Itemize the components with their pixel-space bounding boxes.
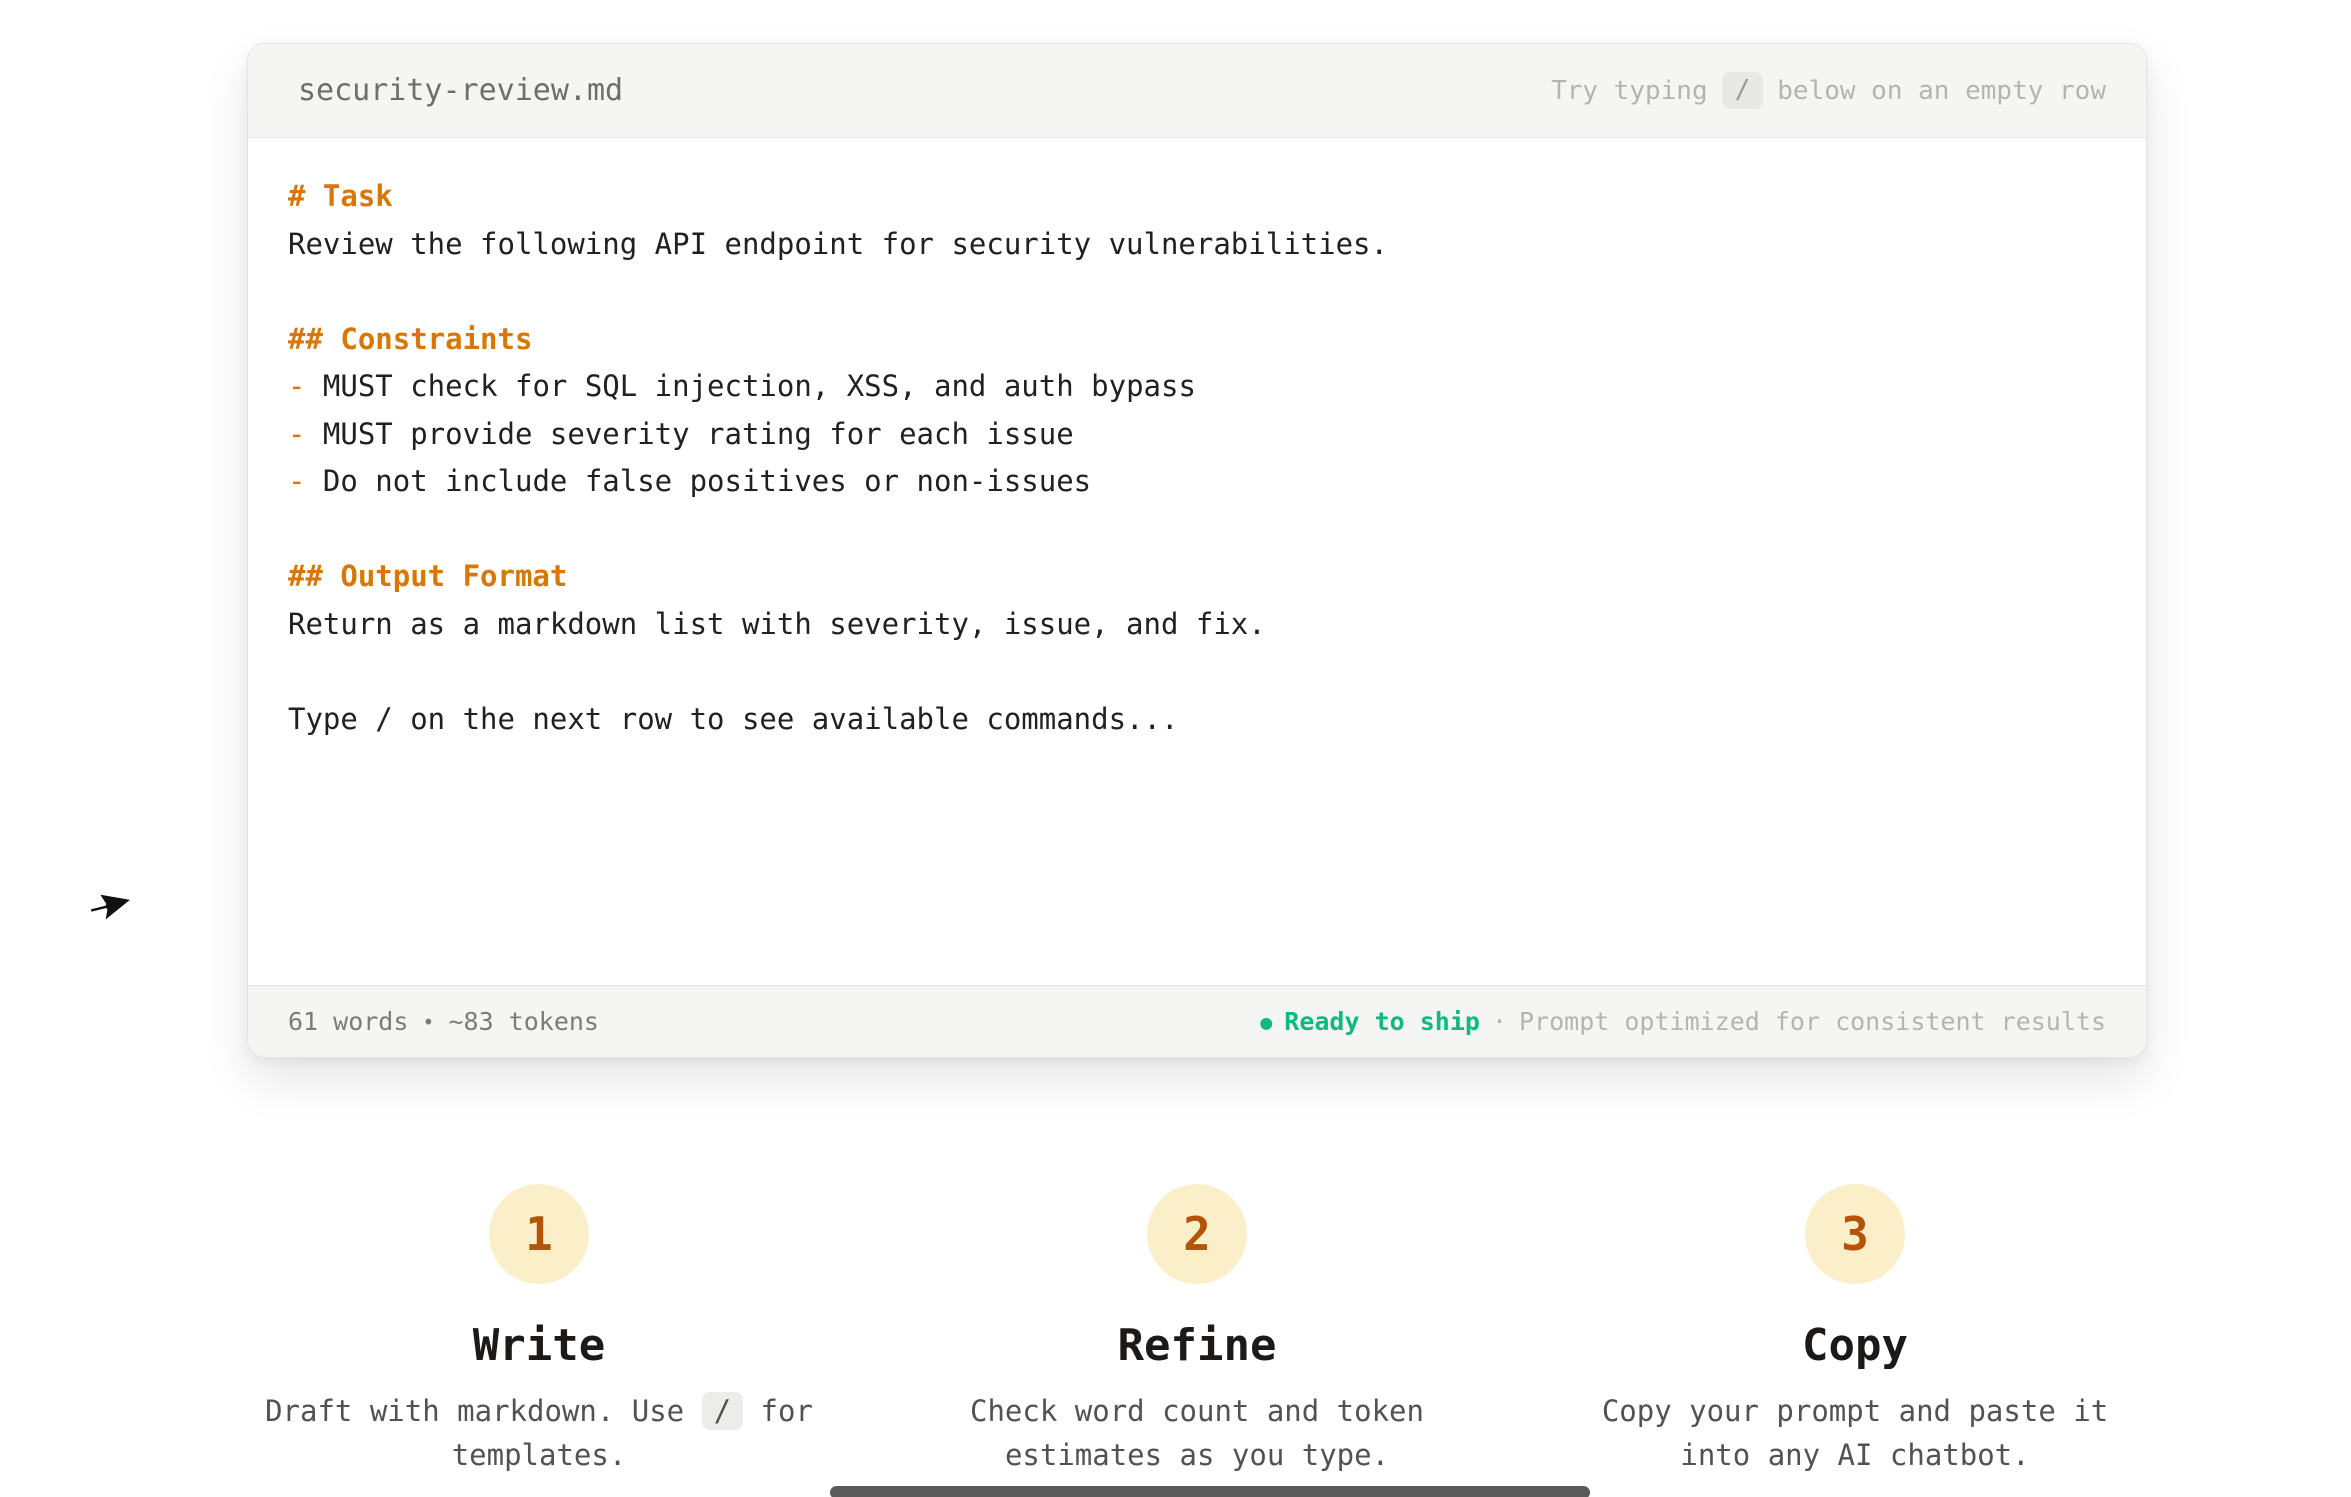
bullet-marker: - — [288, 369, 305, 403]
editor-line — [288, 506, 2096, 554]
step-description-text: Copy your prompt and paste it into any A… — [1602, 1394, 2108, 1472]
steps: 1 Write Draft with markdown. Use / for tem… — [229, 1184, 2165, 1477]
step-title: Write — [473, 1320, 605, 1371]
step-description-text: Draft with markdown. Use — [265, 1394, 702, 1428]
step-copy: 3 Copy Copy your prompt and paste it into … — [1545, 1184, 2165, 1477]
token-count: ~83 tokens — [448, 1007, 599, 1036]
step-number-badge: 1 — [489, 1184, 589, 1284]
markdown-heading: ## Constraints — [288, 322, 532, 356]
bullet-marker: - — [288, 464, 305, 498]
editor-header: security-review.md Try typing / below on… — [248, 44, 2146, 138]
step-title: Refine — [1118, 1320, 1277, 1371]
bullet-text: MUST provide severity rating for each is… — [305, 417, 1073, 451]
step-write: 1 Write Draft with markdown. Use / for tem… — [229, 1184, 849, 1477]
step-description: Draft with markdown. Use / for templates… — [244, 1389, 834, 1477]
slash-hint: Try typing / below on an empty row — [1551, 72, 2106, 109]
editor-line: - Do not include false positives or non-… — [288, 458, 2096, 506]
editor-line — [288, 268, 2096, 316]
editor-window: security-review.md Try typing / below on… — [247, 43, 2147, 1058]
editor-line — [288, 648, 2096, 696]
step-refine: 2 Refine Check word count and token estima… — [887, 1184, 1507, 1477]
markdown-heading: # Task — [288, 179, 393, 213]
page: security-review.md Try typing / below on… — [0, 0, 2351, 1497]
status-divider: · — [1492, 1007, 1507, 1036]
filename: security-review.md — [298, 73, 623, 108]
bullet-text: Do not include false positives or non-is… — [305, 464, 1091, 498]
word-count: 61 words — [288, 1007, 408, 1036]
step-number-badge: 3 — [1805, 1184, 1905, 1284]
hint-suffix: below on an empty row — [1777, 76, 2106, 106]
slash-key: / — [1722, 72, 1764, 109]
status-dot-icon: ● — [1260, 1010, 1272, 1034]
editor-line: Return as a markdown list with severity,… — [288, 601, 2096, 649]
step-number-badge: 2 — [1147, 1184, 1247, 1284]
editor-line: Type / on the next row to see available … — [288, 696, 2096, 744]
step-description: Check word count and token estimates as … — [902, 1389, 1492, 1477]
editor-text: Review the following API endpoint for se… — [288, 227, 1388, 261]
editor-content[interactable]: # Task Review the following API endpoint … — [248, 138, 2146, 985]
step-title: Copy — [1802, 1320, 1908, 1371]
bullet-marker: - — [288, 417, 305, 451]
slash-key: / — [702, 1392, 743, 1430]
count-separator: • — [422, 1010, 434, 1034]
word-token-count: 61 words • ~83 tokens — [288, 1007, 599, 1036]
editor-line: ## Output Format — [288, 553, 2096, 601]
markdown-heading: ## Output Format — [288, 559, 567, 593]
editor-line: Review the following API endpoint for se… — [288, 221, 2096, 269]
step-description: Copy your prompt and paste it into any A… — [1560, 1389, 2150, 1477]
editor-line: - MUST provide severity rating for each … — [288, 411, 2096, 459]
bottom-scrollbar-handle[interactable] — [830, 1486, 1590, 1497]
statusbar: 61 words • ~83 tokens ● Ready to ship · … — [248, 985, 2146, 1057]
status-note: Prompt optimized for consistent results — [1519, 1007, 2106, 1036]
bullet-text: MUST check for SQL injection, XSS, and a… — [305, 369, 1195, 403]
editor-line: # Task — [288, 173, 2096, 221]
hint-prefix: Try typing — [1551, 76, 1708, 106]
editor-text: Return as a markdown list with severity,… — [288, 607, 1266, 641]
editor-line: - MUST check for SQL injection, XSS, and… — [288, 363, 2096, 411]
mouse-cursor-icon — [80, 880, 140, 940]
step-description-text: Check word count and token estimates as … — [970, 1394, 1424, 1472]
editor-text: Type / on the next row to see available … — [288, 702, 1178, 736]
status: ● Ready to ship · Prompt optimized for c… — [1260, 1007, 2106, 1036]
editor-line: ## Constraints — [288, 316, 2096, 364]
status-label: Ready to ship — [1284, 1007, 1480, 1036]
